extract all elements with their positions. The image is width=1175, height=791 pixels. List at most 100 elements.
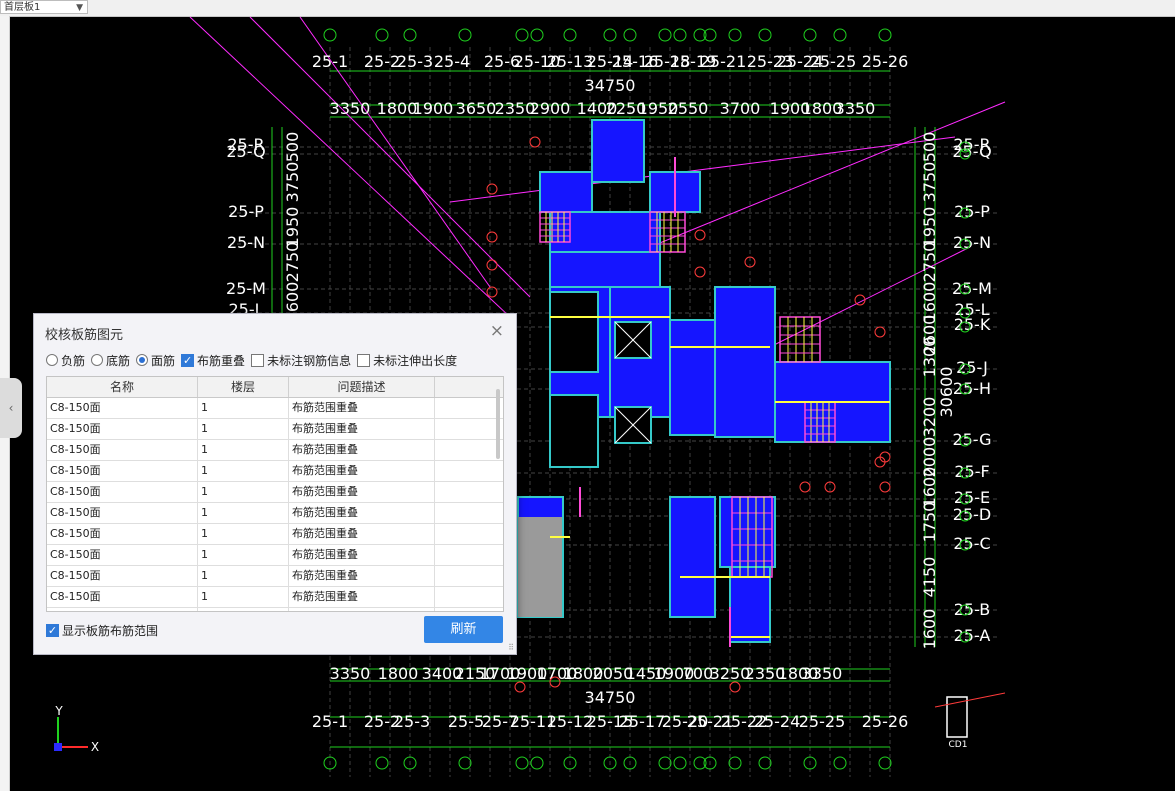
axis-bubble [458,28,472,42]
axis-bubble [728,28,742,42]
radio-label: 负筋 [61,353,86,368]
axis-label-bottom: 25-25 [799,712,846,731]
ucs-x-label: X [91,740,99,754]
axis-label-left: 25-N [227,233,265,252]
dimension-value-right: 2750 [920,242,939,283]
table-row[interactable]: C8-150面1布筋范围重叠 [47,608,503,611]
callout-marker [514,681,526,693]
axis-label-top: 25-1 [312,52,348,71]
close-icon[interactable]: × [490,321,504,341]
callout-marker [486,286,498,298]
cell-description: 布筋范围重叠 [289,608,435,611]
reference-line [769,246,971,348]
axis-bubble [515,756,529,770]
slab-region [729,566,771,643]
axis-label-right: 25-B [954,600,991,619]
axis-bubble [758,28,772,42]
detail-label: CD1 [949,740,968,750]
cell-name: C8-150面 [47,524,198,544]
callout-marker [486,231,498,243]
cell-description: 布筋范围重叠 [289,524,435,544]
callout-marker [694,266,706,278]
table-row[interactable]: C8-150面1布筋范围重叠 [47,461,503,482]
axis-bubble [658,756,672,770]
axis-bubble [375,28,389,42]
axis-label-right: 25-Q [952,142,991,161]
axis-label-bottom: 25-17 [619,712,666,731]
axis-bubble [728,756,742,770]
axis-bubble [603,28,617,42]
cell-description: 布筋范围重叠 [289,419,435,439]
axis-bubble [878,28,892,42]
filter-options: 负筋 底筋 面筋 ✓ 布筋重叠 未标注钢筋信息 未标注伸出长度 [46,352,463,368]
dimension-value-right: 1600 [920,609,939,650]
table-scrollbar[interactable] [496,389,500,459]
radio-top-rebar[interactable]: 面筋 [136,352,175,369]
checkbox-unmarked-length[interactable]: 未标注伸出长度 [357,352,457,369]
cell-description: 布筋范围重叠 [289,440,435,460]
checkbox-show-range[interactable]: ✓ 显示板筋布筋范围 [46,622,158,639]
slab-region [539,171,593,213]
slab-region [591,119,645,183]
table-body: C8-150面 1 布筋范围重叠 C8-150面 1 布筋范围重叠 C8-150面 1 布筋范围… [47,398,503,611]
checkmark-icon: ✓ [181,353,195,367]
callout-marker [799,481,811,493]
chevron-down-icon: ▼ [76,3,83,13]
cell-floor: 1 [198,419,289,439]
axis-bubble [833,756,847,770]
table-row[interactable]: C8-150面1布筋范围重叠 [47,419,503,440]
column-header-floor[interactable]: 楼层 [198,377,289,397]
cell-floor: 1 [198,524,289,544]
checkbox-unmarked-info[interactable]: 未标注钢筋信息 [251,352,351,369]
axis-bubble [458,756,472,770]
axis-label-left: 25-M [226,279,266,298]
table-row[interactable]: C8-150面1布筋范围重叠 [47,482,503,503]
dimension-value-bottom: 1800 [378,664,419,683]
check-rebar-dialog: 校核板筋图元 × 负筋 底筋 面筋 ✓ 布筋重叠 未标注钢筋信息 未标注伸出长度 [33,313,517,655]
radio-circle [46,354,58,366]
axis-bubble [833,28,847,42]
radio-bottom-rebar[interactable]: 底筋 [91,352,130,369]
cell-floor: 1 [198,587,289,607]
axis-label-bottom: 25-1 [312,712,348,731]
table-row[interactable]: C8-150面1布筋范围重叠 [47,503,503,524]
column-header-name[interactable]: 名称 [47,377,198,397]
cell-name: C8-150面 [47,419,198,439]
callout-marker [486,183,498,195]
axis-bubble [515,28,529,42]
dimension-value-left: 500 [283,132,302,163]
cell-name: C8-150面 [47,503,198,523]
axis-label-top: 25-25 [810,52,857,71]
axis-bubble [563,28,577,42]
cell-floor: 1 [198,608,289,611]
axis-bubble [323,28,337,42]
callout-marker [879,481,891,493]
axis-bubble [673,756,687,770]
axis-label-right: 25-D [953,505,991,524]
dimension-value-top: 2550 [668,99,709,118]
dimension-value-right: 1750 [920,502,939,543]
floor-select[interactable]: 首层板1 ▼ [0,0,88,14]
table-row[interactable]: C8-150面1布筋范围重叠 [47,566,503,587]
refresh-button[interactable]: 刷新 [424,616,503,643]
checkbox-box [357,353,371,367]
table-row[interactable]: C8-150面1布筋范围重叠 [47,440,503,461]
table-row[interactable]: C8-150面1布筋范围重叠 [47,398,503,419]
checkbox-box [251,353,265,367]
slab-region [714,286,776,438]
axis-label-right: 25-J [956,358,988,377]
cell-description: 布筋范围重叠 [289,566,435,586]
callout-marker [694,229,706,241]
radio-negative-rebar[interactable]: 负筋 [46,352,85,369]
table-row[interactable]: C8-150面1布筋范围重叠 [47,524,503,545]
table-row[interactable]: C8-150面1布筋范围重叠 [47,587,503,608]
dialog-title: 校核板筋图元 [45,328,124,343]
dimension-value-top: 1800 [377,99,418,118]
cell-name: C8-150面 [47,398,198,418]
dimension-value-right: 1600 [920,467,939,508]
resize-grip-icon[interactable]: ⠿ [508,643,514,652]
checkbox-overlap[interactable]: ✓ 布筋重叠 [181,352,245,369]
column-header-description[interactable]: 问题描述 [289,377,435,397]
cell-description: 布筋范围重叠 [289,398,435,418]
table-row[interactable]: C8-150面1布筋范围重叠 [47,545,503,566]
